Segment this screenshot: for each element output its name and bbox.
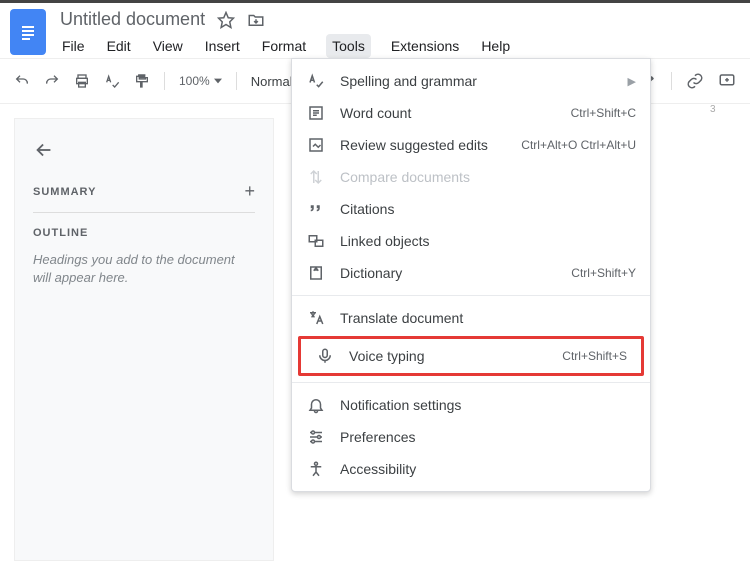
menu-item-label: Word count (340, 105, 571, 121)
toolbar-separator (236, 72, 237, 90)
menu-accessibility[interactable]: Accessibility (292, 453, 650, 485)
outline-label: OUTLINE (33, 227, 255, 239)
paint-format-button[interactable] (134, 73, 150, 89)
toolbar-separator (671, 72, 672, 90)
preferences-icon (306, 427, 326, 447)
summary-label: SUMMARY (33, 186, 96, 198)
dictionary-icon (306, 263, 326, 283)
accessibility-icon (306, 459, 326, 479)
move-to-folder-icon[interactable] (247, 11, 265, 29)
menu-insert[interactable]: Insert (203, 34, 242, 58)
zoom-selector[interactable]: 100% (179, 74, 222, 88)
bell-icon (306, 395, 326, 415)
vertical-ruler (0, 118, 14, 561)
add-summary-button[interactable]: + (244, 181, 255, 202)
compare-docs-icon (306, 167, 326, 187)
menu-format[interactable]: Format (260, 34, 308, 58)
titlebar: Untitled document File Edit View Insert … (0, 3, 750, 58)
menu-compare-docs: Compare documents (292, 161, 650, 193)
voice-typing-icon (315, 346, 335, 366)
spellcheck-button[interactable] (104, 73, 120, 89)
menu-file[interactable]: File (60, 34, 87, 58)
menubar: File Edit View Insert Format Tools Exten… (60, 34, 512, 58)
ruler-tick-label: 3 (710, 104, 716, 115)
menu-shortcut: Ctrl+Shift+Y (571, 266, 636, 280)
menu-separator (292, 295, 650, 296)
menu-item-label: Notification settings (340, 397, 636, 413)
menu-linked-objects[interactable]: Linked objects (292, 225, 650, 257)
insert-link-button[interactable] (686, 72, 704, 90)
spellcheck-icon (306, 71, 326, 91)
collapse-outline-button[interactable] (33, 139, 255, 161)
menu-item-label: Spelling and grammar (340, 73, 628, 89)
tools-dropdown: Spelling and grammar ▶ Word count Ctrl+S… (291, 58, 651, 492)
menu-word-count[interactable]: Word count Ctrl+Shift+C (292, 97, 650, 129)
menu-item-label: Translate document (340, 310, 636, 326)
toolbar-separator (164, 72, 165, 90)
outline-sidepanel: SUMMARY + OUTLINE Headings you add to th… (14, 118, 274, 561)
menu-item-label: Linked objects (340, 233, 636, 249)
menu-dictionary[interactable]: Dictionary Ctrl+Shift+Y (292, 257, 650, 289)
menu-item-label: Dictionary (340, 265, 571, 281)
star-icon[interactable] (217, 11, 235, 29)
translate-icon (306, 308, 326, 328)
menu-extensions[interactable]: Extensions (389, 34, 461, 58)
menu-shortcut: Ctrl+Alt+O Ctrl+Alt+U (521, 138, 636, 152)
menu-item-label: Compare documents (340, 169, 636, 185)
menu-view[interactable]: View (151, 34, 185, 58)
menu-item-label: Voice typing (349, 348, 562, 364)
menu-shortcut: Ctrl+Shift+S (562, 349, 627, 363)
menu-separator (292, 382, 650, 383)
menu-item-label: Citations (340, 201, 636, 217)
print-button[interactable] (74, 73, 90, 89)
menu-item-label: Review suggested edits (340, 137, 521, 153)
linked-objects-icon (306, 231, 326, 251)
menu-notification-settings[interactable]: Notification settings (292, 389, 650, 421)
menu-translate[interactable]: Translate document (292, 302, 650, 334)
submenu-arrow-icon: ▶ (628, 75, 636, 88)
menu-preferences[interactable]: Preferences (292, 421, 650, 453)
docs-logo-icon[interactable] (10, 9, 46, 55)
undo-button[interactable] (14, 73, 30, 89)
menu-review-edits[interactable]: Review suggested edits Ctrl+Alt+O Ctrl+A… (292, 129, 650, 161)
menu-spelling-grammar[interactable]: Spelling and grammar ▶ (292, 65, 650, 97)
menu-tools[interactable]: Tools (326, 34, 371, 58)
menu-help[interactable]: Help (479, 34, 512, 58)
paragraph-style-selector[interactable]: Normal (251, 74, 293, 89)
menu-shortcut: Ctrl+Shift+C (571, 106, 636, 120)
redo-button[interactable] (44, 73, 60, 89)
outline-empty-text: Headings you add to the document will ap… (33, 251, 255, 287)
annotation-highlight: Voice typing Ctrl+Shift+S (298, 336, 644, 376)
review-edits-icon (306, 135, 326, 155)
menu-item-label: Accessibility (340, 461, 636, 477)
add-comment-button[interactable] (718, 72, 736, 90)
citations-icon (306, 199, 326, 219)
wordcount-icon (306, 103, 326, 123)
menu-edit[interactable]: Edit (105, 34, 133, 58)
menu-voice-typing[interactable]: Voice typing Ctrl+Shift+S (301, 339, 641, 373)
document-title[interactable]: Untitled document (60, 9, 205, 30)
menu-item-label: Preferences (340, 429, 636, 445)
menu-citations[interactable]: Citations (292, 193, 650, 225)
